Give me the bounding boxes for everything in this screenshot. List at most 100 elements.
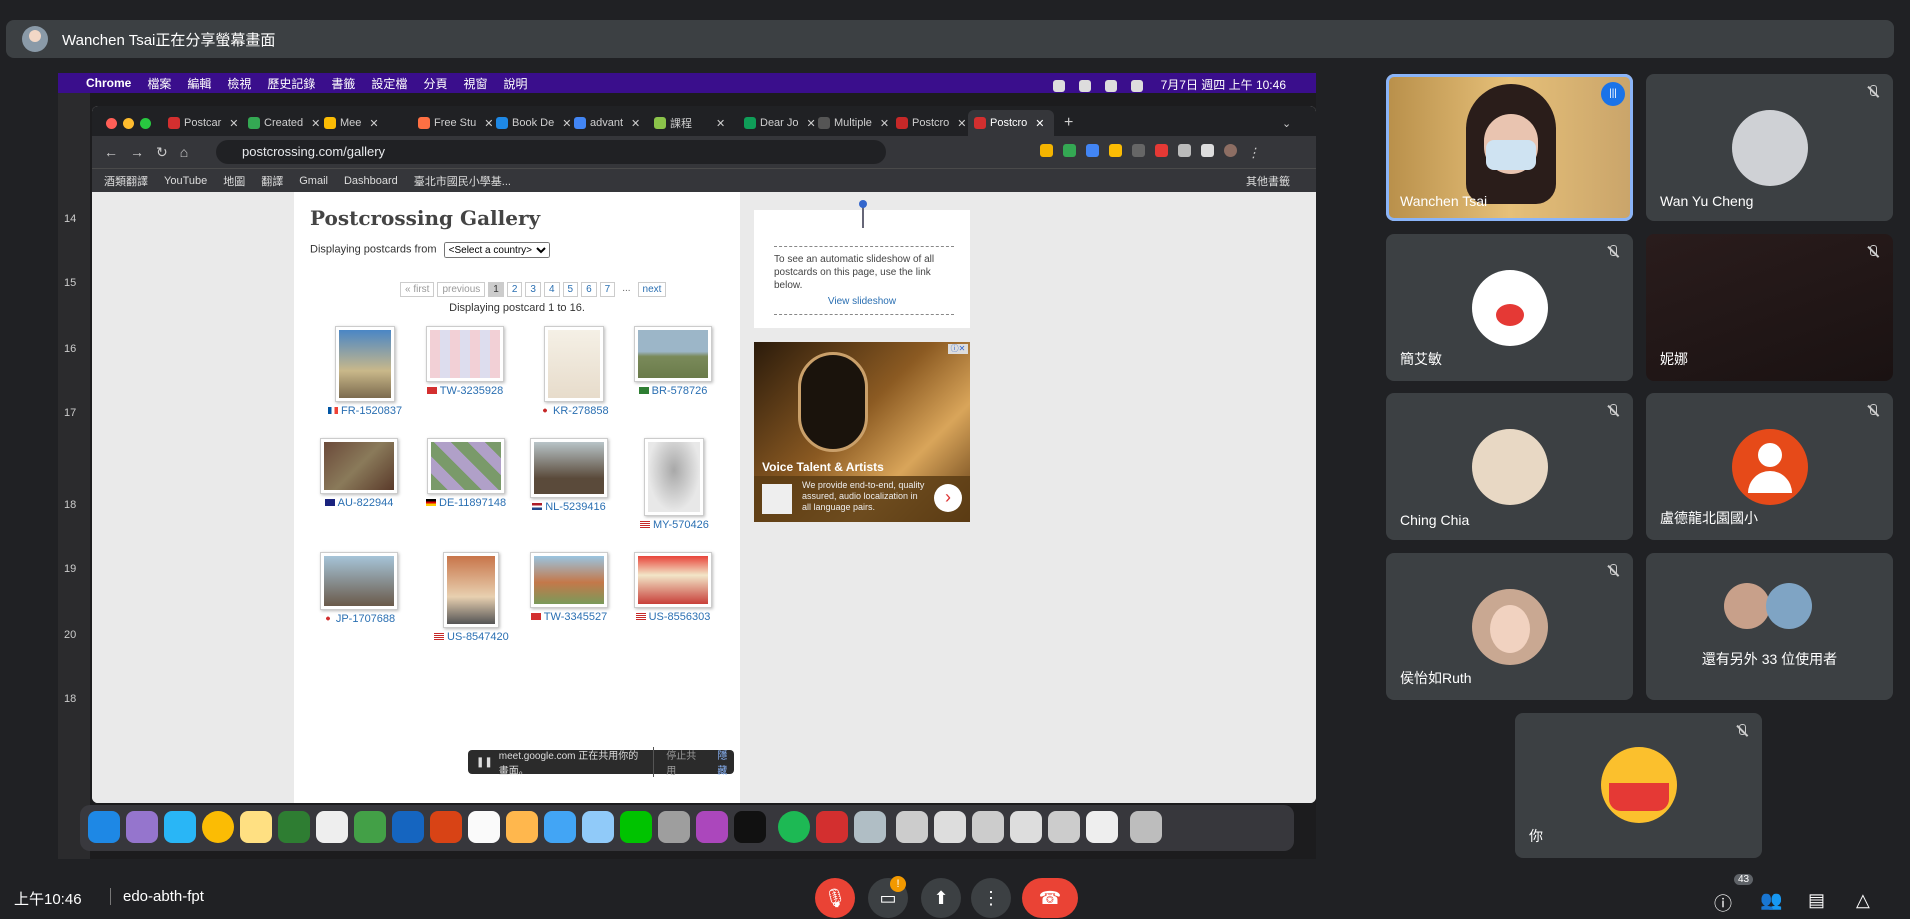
forward-icon[interactable]: → bbox=[130, 144, 156, 160]
menu-edit[interactable]: 編輯 bbox=[187, 75, 211, 92]
participant-tile[interactable]: 妮娜 bbox=[1646, 234, 1893, 381]
menu-history[interactable]: 歷史記錄 bbox=[267, 75, 315, 92]
close-tab-icon[interactable]: ✕ bbox=[631, 117, 640, 130]
page-link[interactable]: 4 bbox=[543, 282, 560, 297]
document-icon[interactable] bbox=[934, 811, 966, 843]
document-icon[interactable] bbox=[1086, 811, 1118, 843]
extension-icon[interactable] bbox=[1040, 144, 1053, 157]
bookmark-item[interactable]: 地圖 bbox=[223, 173, 245, 189]
postcard-image[interactable] bbox=[426, 326, 504, 382]
status-icon[interactable] bbox=[1079, 79, 1092, 92]
next-link[interactable]: next bbox=[637, 282, 667, 297]
browser-tab-active[interactable]: Postcro ✕ bbox=[968, 110, 1054, 136]
keynote-icon[interactable] bbox=[582, 811, 614, 843]
postcard[interactable]: TW-3345527 bbox=[530, 552, 608, 623]
browser-tab[interactable]: Dear Jo ✕ bbox=[738, 110, 816, 136]
postcard[interactable]: NL-5239416 bbox=[530, 438, 608, 513]
postcard[interactable]: AU-822944 bbox=[320, 438, 398, 509]
word-icon[interactable] bbox=[392, 811, 424, 843]
extension-icon[interactable] bbox=[1132, 144, 1145, 157]
page-link[interactable]: 3 bbox=[525, 282, 541, 297]
extension-icon[interactable] bbox=[1086, 144, 1099, 157]
minimize-icon[interactable] bbox=[123, 118, 134, 129]
page-link[interactable]: 7 bbox=[599, 282, 616, 297]
postcard-image[interactable] bbox=[320, 438, 398, 494]
ad-title[interactable]: Voice Talent & Artists bbox=[762, 460, 884, 474]
menu-profile[interactable]: 設定檔 bbox=[371, 75, 407, 92]
postcard-image[interactable] bbox=[530, 438, 608, 498]
close-tab-icon[interactable]: ✕ bbox=[369, 117, 378, 130]
postcard-link[interactable]: DE-11897148 bbox=[426, 497, 506, 509]
browser-tab[interactable]: Created ✕ bbox=[242, 110, 320, 136]
postcard-link[interactable]: TW-3345527 bbox=[530, 611, 608, 623]
activities-icon[interactable]: △ bbox=[1856, 890, 1870, 911]
postcard-link[interactable]: MY-570426 bbox=[640, 519, 709, 531]
menu-tab[interactable]: 分頁 bbox=[423, 75, 447, 92]
calendar-icon[interactable] bbox=[468, 811, 500, 843]
postcard[interactable]: TW-3235928 bbox=[426, 326, 504, 397]
preview-icon[interactable] bbox=[854, 811, 886, 843]
postcard-link[interactable]: NL-5239416 bbox=[530, 501, 608, 513]
postcard-image[interactable] bbox=[335, 326, 396, 402]
postcard[interactable]: MY-570426 bbox=[640, 438, 709, 531]
browser-tab[interactable]: 課程 ✕ bbox=[648, 110, 725, 136]
page-link[interactable]: 1 bbox=[488, 282, 504, 297]
appletv-icon[interactable] bbox=[734, 811, 766, 843]
postcard[interactable]: US-8556303 bbox=[634, 552, 712, 623]
new-tab-button[interactable]: + bbox=[1058, 110, 1073, 136]
info-icon[interactable]: ⓘ bbox=[1714, 890, 1732, 916]
browser-tab[interactable]: Postcar ✕ bbox=[162, 110, 239, 136]
address-bar[interactable]: postcrossing.com/gallery bbox=[216, 140, 886, 164]
postcard-link[interactable]: US-8556303 bbox=[634, 611, 712, 623]
pages-icon[interactable] bbox=[506, 811, 538, 843]
facetime-icon[interactable] bbox=[354, 811, 386, 843]
leave-call-button[interactable]: ☎ bbox=[1022, 878, 1078, 918]
excel-icon[interactable] bbox=[278, 811, 310, 843]
page-link[interactable]: 6 bbox=[581, 282, 597, 297]
safari-icon[interactable] bbox=[164, 811, 196, 843]
postcard-image[interactable] bbox=[320, 552, 398, 610]
chrome-icon[interactable] bbox=[202, 811, 234, 843]
home-icon[interactable]: ⌂ bbox=[180, 144, 200, 160]
participant-tile[interactable]: Wan Yu Cheng bbox=[1646, 74, 1893, 221]
bookmark-item[interactable]: 臺北市國民小學基... bbox=[414, 173, 511, 189]
tab-search-chevron-icon[interactable]: ⌄ bbox=[1282, 110, 1291, 136]
postcard-image[interactable] bbox=[644, 438, 705, 516]
postcard-image[interactable] bbox=[634, 552, 712, 608]
browser-tab[interactable]: Book De ✕ bbox=[490, 110, 571, 136]
postcard[interactable]: JP-1707688 bbox=[320, 552, 398, 625]
sidepanel-icon[interactable] bbox=[1201, 144, 1214, 157]
postcard-link[interactable]: FR-1520837 bbox=[328, 405, 402, 417]
browser-tab[interactable]: advant ✕ bbox=[568, 110, 640, 136]
status-icon[interactable] bbox=[1053, 79, 1066, 92]
chat-icon[interactable]: ▤ bbox=[1808, 890, 1825, 911]
menu-bookmarks[interactable]: 書籤 bbox=[331, 75, 355, 92]
bookmark-item[interactable]: Gmail bbox=[299, 175, 328, 187]
postcard-image[interactable] bbox=[530, 552, 608, 608]
bookmark-item[interactable]: 翻譯 bbox=[261, 173, 283, 189]
postcard-link[interactable]: KR-278858 bbox=[540, 405, 609, 417]
country-select[interactable]: <Select a country> bbox=[443, 242, 550, 258]
ad-choices-icon[interactable]: ⓘ✕ bbox=[948, 344, 968, 354]
document-icon[interactable] bbox=[1010, 811, 1042, 843]
browser-tab[interactable]: Mee ✕ bbox=[318, 110, 379, 136]
postcard-image[interactable] bbox=[634, 326, 712, 382]
close-window-icon[interactable] bbox=[106, 118, 117, 129]
people-icon[interactable]: 👥 bbox=[1760, 890, 1782, 911]
postcard-link[interactable]: BR-578726 bbox=[634, 385, 712, 397]
postcard-link[interactable]: JP-1707688 bbox=[320, 613, 398, 625]
postcard[interactable]: BR-578726 bbox=[634, 326, 712, 397]
line-icon[interactable] bbox=[620, 811, 652, 843]
browser-tab[interactable]: Free Stu ✕ bbox=[412, 110, 493, 136]
finder-icon[interactable] bbox=[88, 811, 120, 843]
postcard-link[interactable]: US-8547420 bbox=[434, 631, 509, 643]
close-tab-icon[interactable]: ✕ bbox=[716, 117, 725, 130]
trash-icon[interactable] bbox=[1130, 811, 1162, 843]
participant-tile[interactable]: 簡艾敏 bbox=[1386, 234, 1633, 381]
postcard-link[interactable]: TW-3235928 bbox=[426, 385, 504, 397]
bookmark-item[interactable]: YouTube bbox=[164, 175, 207, 187]
mic-off-button[interactable]: 🎙 bbox=[815, 878, 855, 918]
launchpad-icon[interactable] bbox=[126, 811, 158, 843]
chevron-right-icon[interactable]: › bbox=[934, 484, 962, 512]
more-options-button[interactable]: ⋮ bbox=[971, 878, 1011, 918]
